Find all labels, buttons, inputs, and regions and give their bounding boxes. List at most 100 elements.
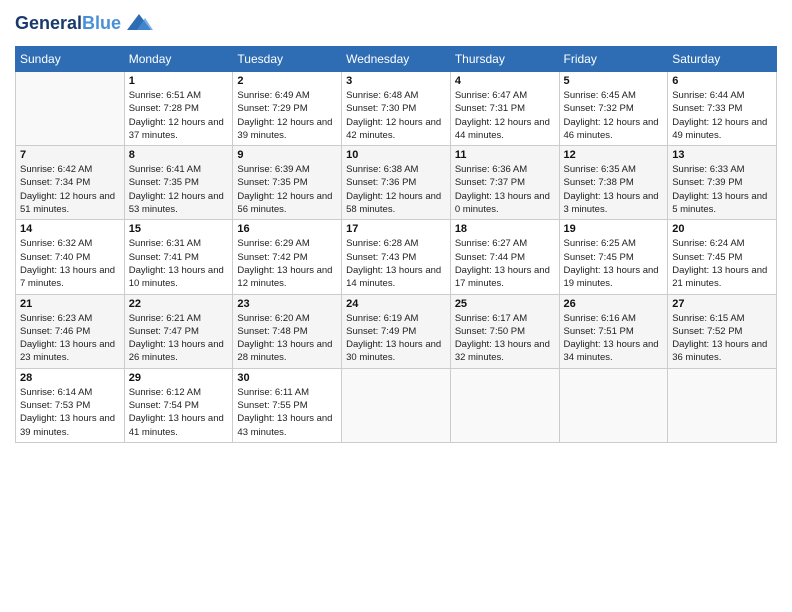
day-number: 5 bbox=[564, 75, 664, 87]
day-info: Sunrise: 6:35 AMSunset: 7:38 PMDaylight:… bbox=[564, 163, 664, 216]
week-row-3: 14 Sunrise: 6:32 AMSunset: 7:40 PMDayligh… bbox=[16, 220, 777, 294]
calendar-cell: 4 Sunrise: 6:47 AMSunset: 7:31 PMDaylight… bbox=[450, 72, 559, 146]
calendar-cell: 28Sunrise: 6:14 AMSunset: 7:53 PMDayligh… bbox=[16, 368, 125, 442]
calendar-cell bbox=[559, 368, 668, 442]
calendar-cell bbox=[450, 368, 559, 442]
calendar-cell: 5 Sunrise: 6:45 AMSunset: 7:32 PMDaylight… bbox=[559, 72, 668, 146]
day-number: 28 bbox=[20, 372, 120, 384]
day-number: 24 bbox=[346, 298, 446, 310]
calendar-cell: 10 Sunrise: 6:38 AMSunset: 7:36 PMDayligh… bbox=[342, 146, 451, 220]
day-number: 16 bbox=[237, 223, 337, 235]
calendar-cell bbox=[342, 368, 451, 442]
day-info: Sunrise: 6:51 AMSunset: 7:28 PMDaylight:… bbox=[129, 89, 229, 142]
day-number: 2 bbox=[237, 75, 337, 87]
calendar-cell: 25Sunrise: 6:17 AMSunset: 7:50 PMDayligh… bbox=[450, 294, 559, 368]
calendar-cell: 6 Sunrise: 6:44 AMSunset: 7:33 PMDaylight… bbox=[668, 72, 777, 146]
day-info: Sunrise: 6:16 AMSunset: 7:51 PMDaylight:… bbox=[564, 312, 664, 365]
calendar-cell bbox=[668, 368, 777, 442]
calendar-table: SundayMondayTuesdayWednesdayThursdayFrid… bbox=[15, 46, 777, 443]
day-number: 22 bbox=[129, 298, 229, 310]
calendar-cell: 11 Sunrise: 6:36 AMSunset: 7:37 PMDayligh… bbox=[450, 146, 559, 220]
day-number: 6 bbox=[672, 75, 772, 87]
calendar-cell: 12 Sunrise: 6:35 AMSunset: 7:38 PMDayligh… bbox=[559, 146, 668, 220]
day-info: Sunrise: 6:32 AMSunset: 7:40 PMDaylight:… bbox=[20, 237, 120, 290]
day-number: 17 bbox=[346, 223, 446, 235]
day-number: 26 bbox=[564, 298, 664, 310]
day-info: Sunrise: 6:47 AMSunset: 7:31 PMDaylight:… bbox=[455, 89, 555, 142]
day-number: 13 bbox=[672, 149, 772, 161]
calendar-cell: 16 Sunrise: 6:29 AMSunset: 7:42 PMDayligh… bbox=[233, 220, 342, 294]
day-number: 15 bbox=[129, 223, 229, 235]
day-info: Sunrise: 6:45 AMSunset: 7:32 PMDaylight:… bbox=[564, 89, 664, 142]
day-info: Sunrise: 6:41 AMSunset: 7:35 PMDaylight:… bbox=[129, 163, 229, 216]
day-number: 14 bbox=[20, 223, 120, 235]
day-info: Sunrise: 6:44 AMSunset: 7:33 PMDaylight:… bbox=[672, 89, 772, 142]
calendar-cell bbox=[16, 72, 125, 146]
weekday-header-thursday: Thursday bbox=[450, 47, 559, 72]
calendar-cell: 14 Sunrise: 6:32 AMSunset: 7:40 PMDayligh… bbox=[16, 220, 125, 294]
day-info: Sunrise: 6:24 AMSunset: 7:45 PMDaylight:… bbox=[672, 237, 772, 290]
day-info: Sunrise: 6:31 AMSunset: 7:41 PMDaylight:… bbox=[129, 237, 229, 290]
day-info: Sunrise: 6:25 AMSunset: 7:45 PMDaylight:… bbox=[564, 237, 664, 290]
day-info: Sunrise: 6:42 AMSunset: 7:34 PMDaylight:… bbox=[20, 163, 120, 216]
weekday-header-row: SundayMondayTuesdayWednesdayThursdayFrid… bbox=[16, 47, 777, 72]
day-info: Sunrise: 6:29 AMSunset: 7:42 PMDaylight:… bbox=[237, 237, 337, 290]
day-info: Sunrise: 6:49 AMSunset: 7:29 PMDaylight:… bbox=[237, 89, 337, 142]
header: GeneralBlue bbox=[15, 10, 777, 38]
day-info: Sunrise: 6:48 AMSunset: 7:30 PMDaylight:… bbox=[346, 89, 446, 142]
weekday-header-friday: Friday bbox=[559, 47, 668, 72]
week-row-1: 1 Sunrise: 6:51 AMSunset: 7:28 PMDaylight… bbox=[16, 72, 777, 146]
day-number: 10 bbox=[346, 149, 446, 161]
day-number: 12 bbox=[564, 149, 664, 161]
day-info: Sunrise: 6:19 AMSunset: 7:49 PMDaylight:… bbox=[346, 312, 446, 365]
calendar-cell: 22 Sunrise: 6:21 AMSunset: 7:47 PMDayligh… bbox=[124, 294, 233, 368]
day-info: Sunrise: 6:27 AMSunset: 7:44 PMDaylight:… bbox=[455, 237, 555, 290]
weekday-header-saturday: Saturday bbox=[668, 47, 777, 72]
calendar-cell: 9Sunrise: 6:39 AMSunset: 7:35 PMDaylight… bbox=[233, 146, 342, 220]
calendar-cell: 17 Sunrise: 6:28 AMSunset: 7:43 PMDayligh… bbox=[342, 220, 451, 294]
day-number: 29 bbox=[129, 372, 229, 384]
day-info: Sunrise: 6:33 AMSunset: 7:39 PMDaylight:… bbox=[672, 163, 772, 216]
logo-text: GeneralBlue bbox=[15, 14, 121, 34]
weekday-header-tuesday: Tuesday bbox=[233, 47, 342, 72]
calendar-cell: 2 Sunrise: 6:49 AMSunset: 7:29 PMDaylight… bbox=[233, 72, 342, 146]
day-number: 18 bbox=[455, 223, 555, 235]
day-number: 11 bbox=[455, 149, 555, 161]
day-number: 19 bbox=[564, 223, 664, 235]
day-number: 7 bbox=[20, 149, 120, 161]
calendar-cell: 20 Sunrise: 6:24 AMSunset: 7:45 PMDayligh… bbox=[668, 220, 777, 294]
logo-icon bbox=[125, 10, 153, 38]
calendar-cell: 1 Sunrise: 6:51 AMSunset: 7:28 PMDaylight… bbox=[124, 72, 233, 146]
day-number: 30 bbox=[237, 372, 337, 384]
weekday-header-monday: Monday bbox=[124, 47, 233, 72]
day-info: Sunrise: 6:23 AMSunset: 7:46 PMDaylight:… bbox=[20, 312, 120, 365]
calendar-cell: 15 Sunrise: 6:31 AMSunset: 7:41 PMDayligh… bbox=[124, 220, 233, 294]
day-info: Sunrise: 6:17 AMSunset: 7:50 PMDaylight:… bbox=[455, 312, 555, 365]
week-row-4: 21 Sunrise: 6:23 AMSunset: 7:46 PMDayligh… bbox=[16, 294, 777, 368]
week-row-2: 7 Sunrise: 6:42 AMSunset: 7:34 PMDaylight… bbox=[16, 146, 777, 220]
calendar-cell: 27Sunrise: 6:15 AMSunset: 7:52 PMDayligh… bbox=[668, 294, 777, 368]
day-number: 4 bbox=[455, 75, 555, 87]
calendar-cell: 21 Sunrise: 6:23 AMSunset: 7:46 PMDayligh… bbox=[16, 294, 125, 368]
calendar-cell: 18 Sunrise: 6:27 AMSunset: 7:44 PMDayligh… bbox=[450, 220, 559, 294]
day-number: 20 bbox=[672, 223, 772, 235]
weekday-header-wednesday: Wednesday bbox=[342, 47, 451, 72]
calendar-cell: 23 Sunrise: 6:20 AMSunset: 7:48 PMDayligh… bbox=[233, 294, 342, 368]
day-info: Sunrise: 6:12 AMSunset: 7:54 PMDaylight:… bbox=[129, 386, 229, 439]
calendar-cell: 13 Sunrise: 6:33 AMSunset: 7:39 PMDayligh… bbox=[668, 146, 777, 220]
day-info: Sunrise: 6:28 AMSunset: 7:43 PMDaylight:… bbox=[346, 237, 446, 290]
calendar-cell: 7 Sunrise: 6:42 AMSunset: 7:34 PMDaylight… bbox=[16, 146, 125, 220]
day-info: Sunrise: 6:38 AMSunset: 7:36 PMDaylight:… bbox=[346, 163, 446, 216]
day-info: Sunrise: 6:20 AMSunset: 7:48 PMDaylight:… bbox=[237, 312, 337, 365]
day-number: 23 bbox=[237, 298, 337, 310]
day-number: 21 bbox=[20, 298, 120, 310]
day-number: 3 bbox=[346, 75, 446, 87]
day-info: Sunrise: 6:36 AMSunset: 7:37 PMDaylight:… bbox=[455, 163, 555, 216]
day-number: 1 bbox=[129, 75, 229, 87]
day-info: Sunrise: 6:11 AMSunset: 7:55 PMDaylight:… bbox=[237, 386, 337, 439]
day-info: Sunrise: 6:15 AMSunset: 7:52 PMDaylight:… bbox=[672, 312, 772, 365]
page: GeneralBlue SundayMondayTuesdayWednesday… bbox=[0, 0, 792, 612]
day-info: Sunrise: 6:21 AMSunset: 7:47 PMDaylight:… bbox=[129, 312, 229, 365]
logo: GeneralBlue bbox=[15, 10, 153, 38]
day-info: Sunrise: 6:39 AMSunset: 7:35 PMDaylight:… bbox=[237, 163, 337, 216]
